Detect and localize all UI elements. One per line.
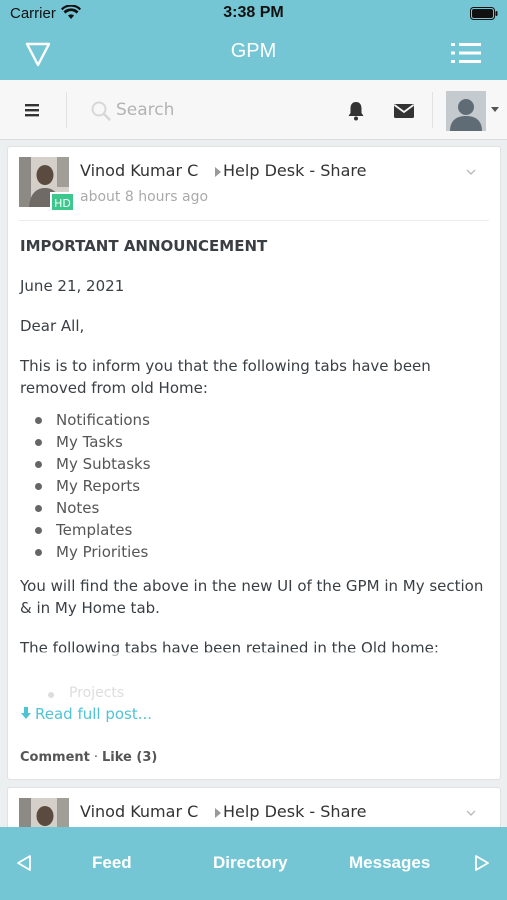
- faded-list-item: Projects: [69, 685, 125, 701]
- post-author[interactable]: Vinod Kumar C: [80, 802, 198, 821]
- read-more-label: Read full post...: [35, 705, 153, 723]
- tab-messages[interactable]: Messages: [349, 853, 430, 873]
- post-date: June 21, 2021: [20, 277, 125, 295]
- toolbar: [0, 80, 507, 140]
- arrow-down-icon: [21, 707, 31, 719]
- like-button[interactable]: Like (3): [102, 750, 157, 765]
- toolbar-divider: [432, 92, 433, 128]
- list-item: My Reports: [35, 475, 492, 497]
- chevron-down-icon[interactable]: [466, 167, 476, 177]
- list-item: Notes: [35, 497, 492, 519]
- post-greeting: Dear All,: [20, 317, 85, 335]
- post-paragraph: You will find the above in the new UI of…: [20, 577, 484, 617]
- post-actions: Comment · Like (3): [20, 750, 157, 765]
- list-item: My Subtasks: [35, 453, 492, 475]
- app-title: GPM: [230, 40, 277, 62]
- list-item: Notifications: [35, 409, 492, 431]
- search-icon: [91, 101, 111, 121]
- status-bar: Carrier 3:38 PM: [0, 0, 507, 28]
- list-item: My Tasks: [35, 431, 492, 453]
- caret-right-icon: [215, 167, 221, 177]
- list-menu-icon[interactable]: [451, 40, 481, 66]
- next-arrow-icon[interactable]: [474, 854, 490, 872]
- removed-tabs-list: Notifications My Tasks My Subtasks My Re…: [35, 409, 492, 563]
- toolbar-divider: [66, 92, 67, 128]
- user-silhouette-icon: [446, 91, 486, 131]
- tab-feed[interactable]: Feed: [92, 853, 132, 873]
- post-intro: This is to inform you that the following…: [20, 357, 431, 397]
- post-card: HD Vinod Kumar C Help Desk - Share about…: [7, 146, 501, 780]
- post-group[interactable]: Help Desk - Share: [223, 161, 366, 180]
- list-bullet: [48, 692, 54, 698]
- chevron-down-icon[interactable]: [466, 808, 476, 818]
- post-body: IMPORTANT ANNOUNCEMENT June 21, 2021 Dea…: [20, 235, 492, 677]
- post-group[interactable]: Help Desk - Share: [223, 802, 366, 821]
- post-timestamp: about 8 hours ago: [80, 189, 209, 205]
- separator-dot: ·: [93, 750, 98, 765]
- previous-arrow-icon[interactable]: [16, 854, 32, 872]
- chevron-down-icon[interactable]: [491, 107, 499, 112]
- battery-icon: [470, 7, 498, 20]
- bell-icon[interactable]: [346, 100, 366, 122]
- caret-right-icon: [215, 808, 221, 818]
- search-input[interactable]: [116, 96, 316, 124]
- comment-button[interactable]: Comment: [20, 750, 90, 765]
- read-full-post-link[interactable]: Read full post...: [20, 705, 152, 723]
- tab-directory[interactable]: Directory: [213, 853, 288, 873]
- group-badge: HD: [50, 192, 75, 212]
- hamburger-menu-icon[interactable]: [22, 100, 42, 120]
- clock: 3:38 PM: [223, 4, 284, 21]
- user-avatar[interactable]: [446, 91, 486, 131]
- tab-bar: Feed Directory Messages: [0, 827, 507, 900]
- list-item: My Priorities: [35, 541, 492, 563]
- nav-bar: GPM: [0, 28, 507, 80]
- divider: [19, 220, 489, 221]
- mail-icon[interactable]: [393, 102, 415, 120]
- post-author[interactable]: Vinod Kumar C: [80, 161, 198, 180]
- list-item: Templates: [35, 519, 492, 541]
- post-heading: IMPORTANT ANNOUNCEMENT: [20, 237, 268, 255]
